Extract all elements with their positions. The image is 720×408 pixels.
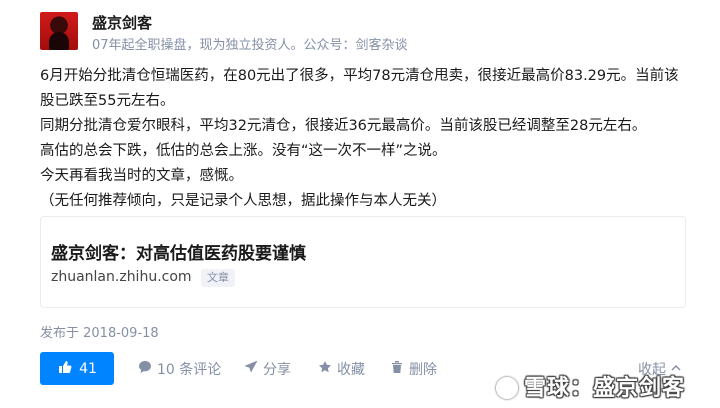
watermark: 雪球：盛京剑客 [496, 370, 685, 402]
content-paragraph: 6月开始分批清仓恒瑞医药，在80元出了很多，平均78元清仓甩卖，很接近最高价83… [40, 68, 679, 109]
comment-button[interactable]: 10 条评论 [138, 352, 221, 385]
star-icon [318, 360, 332, 378]
publish-date: 发布于 2018-09-18 [40, 326, 159, 341]
content-paragraph: （无任何推荐倾向，只是记录个人思想，据此操作与本人无关） [40, 193, 446, 209]
link-card-url: zhuanlan.zhihu.com [51, 269, 192, 285]
share-icon [244, 359, 258, 378]
author-name[interactable]: 盛京剑客 [92, 12, 152, 33]
collect-label: 收藏 [337, 361, 365, 378]
content-paragraph: 今天再看我当时的文章，感慨。 [40, 168, 243, 184]
comment-label: 10 条评论 [157, 361, 222, 378]
author-bio: 07年起全职操盘，现为独立投资人。公众号：剑客杂谈 [92, 38, 408, 53]
trash-icon [390, 360, 404, 378]
share-button[interactable]: 分享 [244, 352, 291, 385]
vote-count: 41 [79, 360, 97, 377]
content-paragraph: 同期分批清仓爱尔眼科，平均32元清仓，很接近36元最高价。当前该股已经调整至28… [40, 118, 647, 134]
content-paragraph: 高估的总会下跌，低估的总会上涨。没有“这一次不一样”之说。 [40, 143, 447, 159]
watermark-text: 雪球：盛京剑客 [524, 376, 686, 401]
post-content: 6月开始分批清仓恒瑞医药，在80元出了很多，平均78元清仓甩卖，很接近最高价83… [40, 64, 680, 214]
comment-icon [138, 360, 152, 378]
snowball-logo-icon [496, 377, 518, 399]
avatar[interactable] [40, 12, 78, 50]
collect-button[interactable]: 收藏 [318, 352, 365, 385]
link-card-title[interactable]: 盛京剑客：对高估值医药股要谨慎 [51, 239, 306, 264]
share-label: 分享 [263, 361, 291, 378]
post-header: 盛京剑客 07年起全职操盘，现为独立投资人。公众号：剑客杂谈 [40, 12, 680, 53]
delete-button[interactable]: 删除 [390, 352, 437, 385]
vote-button[interactable]: 41 [40, 352, 114, 385]
link-card-tag: 文章 [201, 269, 235, 287]
link-card[interactable]: 盛京剑客：对高估值医药股要谨慎 zhuanlan.zhihu.com 文章 [40, 216, 686, 308]
like-icon [57, 359, 73, 379]
delete-label: 删除 [409, 361, 437, 378]
